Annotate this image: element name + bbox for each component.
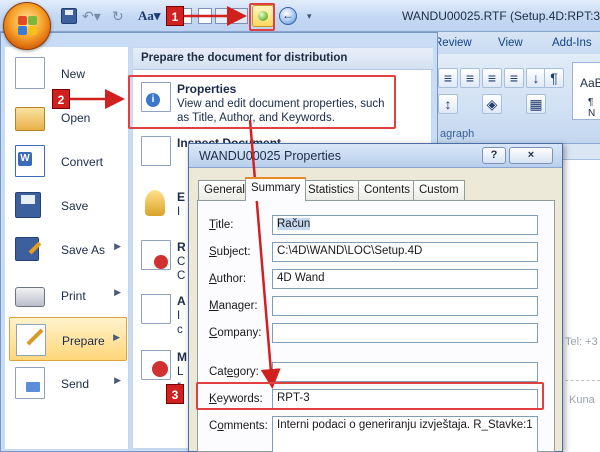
subject-field[interactable]: C:\4D\WAND\LOC\Setup.4D [272, 242, 538, 262]
tab-add-ins[interactable]: Add-Ins [552, 37, 592, 49]
justify-icon[interactable]: ≡ [504, 68, 524, 88]
menu-item-label: Save [61, 199, 89, 213]
highlight-keywords-field [196, 382, 544, 410]
document-text: Kuna [569, 394, 595, 406]
font-style-icon[interactable]: Aa▾ [138, 8, 164, 24]
redo-icon[interactable]: ↻ [112, 8, 128, 24]
title-label: Title: [209, 219, 234, 231]
submenu-item-title: R [177, 240, 186, 254]
category-field[interactable] [272, 362, 538, 382]
menu-item-prepare[interactable]: Prepare ▶ [9, 317, 127, 361]
title-bar: ↶▾ ↻ Aa▾ ← ▾ WANDU00025.RTF (Setup.4D:RP… [0, 0, 600, 32]
window-title: WANDU00025.RTF (Setup.4D:RPT:3) [C [402, 9, 600, 23]
menu-item-label: Save As [61, 243, 106, 257]
save-as-icon [15, 237, 42, 261]
submenu-item-title: E [177, 190, 186, 204]
submenu-arrow-icon: ▶ [114, 241, 121, 251]
convert-icon: W [15, 145, 45, 177]
manager-label: Manager: [209, 300, 258, 312]
author-label: Author: [209, 273, 247, 285]
submenu-item-description: Ic [177, 310, 183, 336]
customize-toolbar-chevron-icon[interactable]: ▾ [307, 8, 317, 24]
office-logo-icon [18, 16, 38, 36]
highlight-properties-item [128, 75, 396, 129]
menu-item-label: Prepare [62, 334, 105, 348]
mark-as-final-icon [141, 350, 171, 380]
prepare-icon [16, 324, 46, 356]
category-label: Category: [209, 366, 259, 378]
menu-item-convert[interactable]: W Convert [9, 139, 127, 183]
signature-icon [141, 294, 171, 324]
align-center-icon[interactable]: ≡ [460, 68, 480, 88]
submenu-item-title: A [177, 294, 186, 308]
menu-item-print[interactable]: Print ▶ [9, 273, 127, 317]
comments-label: Comments: [209, 420, 268, 432]
send-icon [15, 367, 45, 399]
save-disk-icon [15, 192, 41, 218]
callout-1: 1 [166, 6, 184, 26]
menu-item-label: New [61, 67, 86, 81]
highlight-quick-access-button [249, 3, 275, 31]
tab-summary[interactable]: Summary [245, 177, 307, 201]
callout-2: 2 [52, 89, 70, 109]
align-left-icon[interactable]: ≡ [438, 68, 458, 88]
tab-custom[interactable]: Custom [413, 180, 465, 200]
submenu-item-description: I [177, 206, 181, 218]
document-text: Tel: +3 [565, 336, 598, 348]
inspect-document-icon [141, 136, 171, 166]
title-field[interactable]: Račun [272, 215, 538, 235]
pilcrow-icon[interactable]: ¶ [544, 68, 564, 88]
menu-item-save[interactable]: Save [9, 183, 127, 227]
manager-field[interactable] [272, 296, 538, 316]
close-button[interactable]: × [509, 147, 553, 164]
ribbon-group-label: agraph [440, 128, 475, 140]
tab-statistics[interactable]: Statistics [302, 180, 361, 200]
menu-item-label: Print [61, 289, 86, 303]
back-arrow-icon[interactable]: ← [279, 7, 297, 25]
submenu-header: Prepare the document for distribution [133, 48, 433, 70]
tab-view[interactable]: View [498, 37, 523, 49]
author-field[interactable]: 4D Wand [272, 269, 538, 289]
open-folder-icon [15, 107, 45, 131]
callout-3: 3 [166, 384, 184, 404]
company-field[interactable] [272, 323, 538, 343]
submenu-arrow-icon: ▶ [113, 332, 120, 342]
tab-review[interactable]: Review [434, 37, 472, 49]
sort-icon[interactable]: ↓ [526, 68, 546, 88]
office-button[interactable] [3, 2, 51, 50]
submenu-arrow-icon: ▶ [114, 375, 121, 385]
key-icon [145, 190, 165, 216]
submenu-item-description: CC [177, 256, 186, 282]
page-setup-icon[interactable] [215, 8, 229, 24]
new-document-icon [15, 57, 45, 89]
submenu-arrow-icon: ▶ [114, 287, 121, 297]
menu-item-label: Open [61, 111, 91, 125]
submenu-item-title: M [177, 350, 187, 364]
restrict-icon [141, 240, 171, 270]
style-name-text: ¶ N [588, 97, 596, 119]
company-label: Company: [209, 327, 262, 339]
shading-icon[interactable]: ◈ [482, 94, 502, 114]
tab-general[interactable]: General [198, 180, 251, 200]
quick-print-icon[interactable] [198, 8, 212, 24]
save-icon[interactable] [61, 8, 77, 24]
comments-field[interactable]: Interni podaci o generiranju izvještaja.… [272, 416, 538, 452]
menu-item-save-as[interactable]: Save As ▶ [9, 227, 127, 271]
menu-item-send[interactable]: Send ▶ [9, 361, 127, 405]
line-spacing-icon[interactable]: ↕ [438, 94, 458, 114]
help-button[interactable]: ? [482, 147, 506, 164]
menu-item-label: Send [61, 377, 90, 391]
tab-contents[interactable]: Contents [358, 180, 417, 200]
subject-label: Subject: [209, 246, 251, 258]
borders-icon[interactable]: ▦ [526, 94, 546, 114]
dialog-title-bar[interactable]: WANDU00025 Properties ? × [189, 144, 562, 168]
table-icon[interactable] [232, 8, 248, 24]
menu-item-label: Convert [61, 155, 104, 169]
dialog-title: WANDU00025 Properties [199, 149, 341, 163]
printer-icon [15, 287, 45, 307]
style-sample-text: AaBb [580, 76, 600, 90]
align-right-icon[interactable]: ≡ [482, 68, 502, 88]
undo-icon[interactable]: ↶▾ [82, 8, 104, 24]
document-divider [560, 380, 600, 381]
